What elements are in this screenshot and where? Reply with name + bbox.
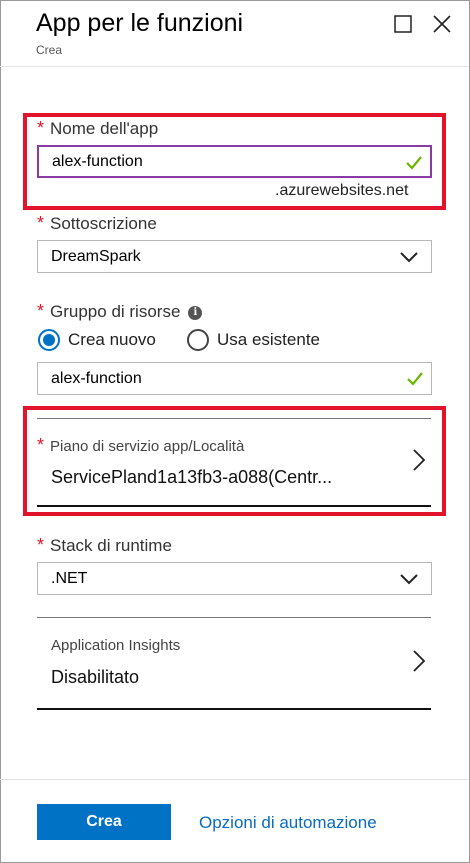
close-icon: [433, 15, 451, 33]
app-insights-value: Disabilitato: [51, 667, 140, 687]
app-domain-suffix: .azurewebsites.net: [275, 182, 409, 199]
service-plan-value: ServicePland1a13fb3-a088(Centr...: [51, 467, 333, 487]
required-marker: *: [37, 301, 45, 321]
insights-bottom-divider: [37, 708, 431, 710]
resource-group-input[interactable]: alex-function: [37, 362, 432, 395]
service-plan-bottom-divider: [37, 505, 431, 507]
maximize-icon: [394, 15, 412, 33]
required-marker: *: [37, 213, 45, 233]
page-title: App per le funzioni: [36, 9, 244, 37]
service-plan-top-divider: [37, 418, 431, 419]
required-marker: *: [37, 118, 45, 138]
radio-use-existing[interactable]: Usa esistente: [187, 329, 320, 351]
footer-divider: [0, 779, 468, 780]
radio-unselected-indicator: [187, 329, 209, 351]
radio-create-new[interactable]: Crea nuovo: [38, 329, 156, 351]
maximize-button[interactable]: [391, 12, 415, 36]
subscription-select[interactable]: DreamSpark: [37, 240, 432, 273]
checkmark-icon: [406, 156, 422, 170]
required-marker: *: [37, 435, 45, 455]
subscription-label: * Sottoscrizione: [37, 213, 157, 233]
app-name-label: * Nome dell'app: [37, 118, 159, 138]
chevron-down-icon: [400, 574, 418, 585]
resource-group-label: * Gruppo di risorse i: [37, 301, 203, 322]
chevron-right-icon: [413, 449, 426, 471]
header-divider: [0, 66, 468, 67]
chevron-down-icon: [400, 252, 418, 263]
service-plan-selector[interactable]: [37, 420, 432, 506]
checkmark-icon: [407, 372, 423, 386]
close-button[interactable]: [430, 12, 454, 36]
app-insights-label: Application Insights: [51, 637, 181, 654]
required-marker: *: [37, 535, 45, 555]
info-icon[interactable]: i: [188, 305, 203, 320]
create-button[interactable]: Crea: [37, 804, 171, 840]
radio-selected-indicator: [38, 329, 60, 351]
runtime-stack-label: * Stack di runtime: [37, 535, 172, 555]
app-insights-selector[interactable]: [37, 618, 432, 708]
automation-options-link[interactable]: Opzioni di automazione: [199, 813, 377, 833]
chevron-right-icon: [413, 650, 426, 672]
service-plan-label: * Piano di servizio app/Località: [37, 435, 245, 455]
page-subtitle: Crea: [36, 43, 63, 57]
runtime-stack-select[interactable]: .NET: [37, 562, 432, 595]
app-name-input[interactable]: alex-function: [37, 145, 432, 178]
